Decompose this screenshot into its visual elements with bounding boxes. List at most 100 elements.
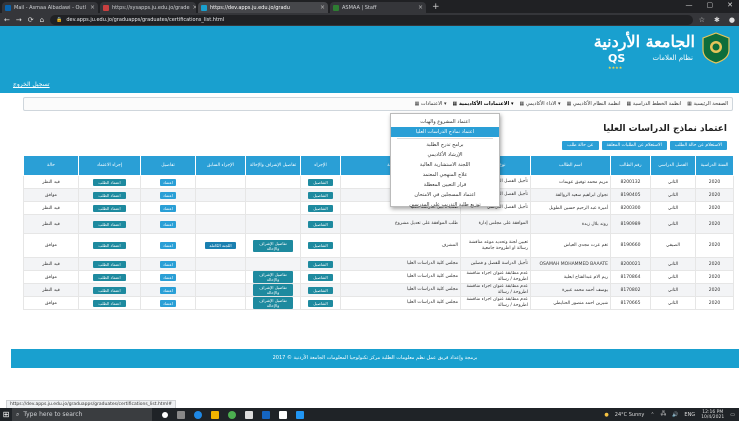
close-icon[interactable]: × [320, 4, 325, 11]
cortana-icon[interactable] [162, 411, 168, 418]
nav-item-academic-systems[interactable]: ▦ انظمة النظام الأكاديمي [567, 101, 621, 107]
filter-button[interactable]: الاستعلام عن حالة الطلب [669, 141, 727, 150]
approve-button[interactable]: اعتماد الطلب [93, 299, 126, 307]
dropdown-item[interactable]: برامج تدرج الطلبة [391, 140, 499, 150]
reload-icon[interactable]: ⟳ [28, 16, 34, 24]
action-button[interactable]: التفاصيل [308, 242, 333, 249]
back-icon[interactable]: ← [4, 16, 10, 24]
browser-tab-strip: Mail - Asmaa Albadawi - Outl × https://sy… [0, 0, 739, 13]
bookmark-star-icon[interactable]: ☆ [699, 16, 705, 24]
home-icon[interactable]: ⌂ [40, 16, 44, 24]
filter-button[interactable]: الاستعلام عن الطلبات المعلقة [601, 141, 667, 150]
browser-tab-active[interactable]: https://dev.apps.ju.edu.jo/gradu × [198, 2, 328, 13]
dropdown-item[interactable]: اعتماد المسجلين في الامتحان [391, 190, 499, 200]
dropdown-item[interactable]: توزيع طلبة التدريب على المدرسين [391, 200, 499, 210]
approve-button[interactable]: اعتماد الطلب [93, 204, 126, 212]
store-icon[interactable] [245, 410, 253, 419]
dropdown-item-highlighted[interactable]: اعتماد نماذج الدراسات العليا [391, 127, 499, 137]
year-cell: 2020 [695, 233, 734, 258]
details-button[interactable]: اعتماد [159, 286, 177, 294]
outlook-taskbar-icon[interactable] [262, 410, 270, 419]
year-cell: 2020 [695, 201, 734, 215]
approve-button[interactable]: اعتماد الطلب [93, 191, 126, 199]
approve-button[interactable]: اعتماد الطلب [93, 260, 126, 268]
details-cell: اعتماد [140, 257, 196, 271]
student-name-cell: شيرين احمد منصور الحنايطي [530, 296, 611, 310]
university-seal-icon [702, 32, 730, 64]
action-button[interactable]: التفاصيل [308, 220, 333, 228]
network-icon[interactable]: 🖧 [661, 411, 667, 419]
action-button[interactable]: التفاصيل [308, 204, 333, 212]
extensions-icon[interactable]: ✱ [714, 16, 720, 24]
task-view-icon[interactable] [177, 410, 185, 419]
up-arrow-icon[interactable]: ⌃ [650, 412, 654, 418]
app-icon[interactable] [279, 410, 287, 419]
details-button[interactable]: اعتماد [159, 191, 177, 199]
previous-action-button[interactable]: اللجنة الكاملة [205, 242, 236, 249]
dropdown-item[interactable]: الإرشاد الأكاديمي [391, 150, 499, 160]
details-button[interactable]: اعتماد [159, 299, 177, 307]
nav-item-approvals[interactable]: ▦ الاعتمادات ▾ [415, 101, 447, 107]
dropdown-item[interactable]: قرار التعيين المعطلة [391, 180, 499, 190]
language-indicator[interactable]: ENG [684, 412, 695, 418]
action-button[interactable]: التفاصيل [308, 273, 333, 281]
dropdown-item[interactable]: علاج المنهجي المعتمد [391, 170, 499, 180]
action-button[interactable]: التفاصيل [308, 299, 333, 307]
supervision-details-button[interactable]: تفاصيل الإشراف والإحالة [253, 271, 293, 283]
close-icon[interactable]: × [90, 4, 95, 11]
chrome-icon[interactable] [228, 410, 236, 419]
approve-cell: اعتماد الطلب [78, 296, 141, 310]
approve-button[interactable]: اعتماد الطلب [93, 286, 126, 294]
dropdown-item[interactable]: اللجنة الاستشارية العالية [391, 160, 499, 170]
weather-text[interactable]: 24°C Sunny [615, 412, 645, 418]
action-button[interactable]: التفاصيل [308, 286, 333, 294]
approve-button[interactable]: اعتماد الطلب [93, 220, 126, 228]
new-tab-button[interactable]: + [432, 2, 440, 13]
dropdown-item[interactable]: اعتماد المشروع والهبات [391, 117, 499, 127]
action-button[interactable]: التفاصيل [308, 260, 333, 268]
file-explorer-icon[interactable] [211, 410, 219, 419]
forward-icon[interactable]: → [16, 16, 22, 24]
minimize-button[interactable]: — [686, 1, 693, 9]
browser-tab[interactable]: https://sysapps.ju.edu.jo/grade × [100, 2, 196, 13]
nav-item-plans[interactable]: ▦ انظمة الخطط الدراسية [627, 101, 682, 107]
thesis-topic-cell: مجلس كلية الدراسات العليا [340, 283, 461, 297]
close-icon[interactable]: × [193, 4, 196, 11]
nav-item-performance[interactable]: ▦ الاداء الأكاديمي ▾ [520, 101, 561, 107]
url-field[interactable]: 🔒 dev.apps.ju.edu.jo/graduapps/graduates… [50, 14, 693, 25]
nav-item-academic-approvals[interactable]: ▦ الاعتمادات الأكاديمية ▾ [453, 101, 514, 107]
status-cell: موافق [23, 188, 79, 202]
notifications-icon[interactable]: ▭ [730, 412, 735, 418]
approve-button[interactable]: اعتماد الطلب [93, 273, 126, 281]
details-button[interactable]: اعتماد [159, 204, 177, 212]
details-button[interactable]: اعتماد [159, 220, 177, 228]
volume-icon[interactable]: 🔊 [672, 412, 678, 418]
maximize-button[interactable]: ▢ [707, 1, 714, 9]
filter-button[interactable]: عن حالة طلب [562, 141, 599, 150]
close-icon[interactable]: × [418, 4, 423, 11]
windows-start-icon[interactable]: ⊞ [0, 408, 12, 421]
supervision-details-button[interactable]: تفاصيل الإشراف والإحالة [253, 239, 293, 252]
table-header-row: حالة إجراء الاعتماد تفاصيل الإجراء الساب… [23, 155, 734, 176]
browser-tab[interactable]: ASMAA | Staff × [330, 2, 426, 13]
logout-link[interactable]: تسجيل الخروج [13, 81, 50, 88]
edge-icon[interactable] [194, 410, 202, 419]
supervision-details-button[interactable]: تفاصيل الإشراف والإحالة [253, 284, 293, 296]
taskbar-search[interactable]: ⌕ Type here to search [12, 408, 152, 421]
close-window-button[interactable]: ✕ [727, 1, 733, 9]
details-button[interactable]: اعتماد [159, 178, 177, 186]
approve-button[interactable]: اعتماد الطلب [93, 242, 126, 249]
profile-icon[interactable]: ● [729, 16, 735, 24]
word-icon[interactable] [296, 410, 304, 419]
action-cell: التفاصيل [300, 201, 341, 215]
action-button[interactable]: التفاصيل [308, 191, 333, 199]
browser-tab[interactable]: Mail - Asmaa Albadawi - Outl × [2, 2, 98, 13]
supervision-details-button[interactable]: تفاصيل الإشراف والإحالة [253, 297, 293, 309]
action-button[interactable]: التفاصيل [308, 178, 333, 186]
details-button[interactable]: اعتماد [159, 242, 177, 249]
clock[interactable]: 12:16 PM 10/4/2021 [701, 410, 724, 420]
details-button[interactable]: اعتماد [159, 273, 177, 281]
details-button[interactable]: اعتماد [159, 260, 177, 268]
nav-item-home[interactable]: ▦ الصفحة الرئيسية [687, 101, 728, 107]
approve-button[interactable]: اعتماد الطلب [93, 178, 126, 186]
